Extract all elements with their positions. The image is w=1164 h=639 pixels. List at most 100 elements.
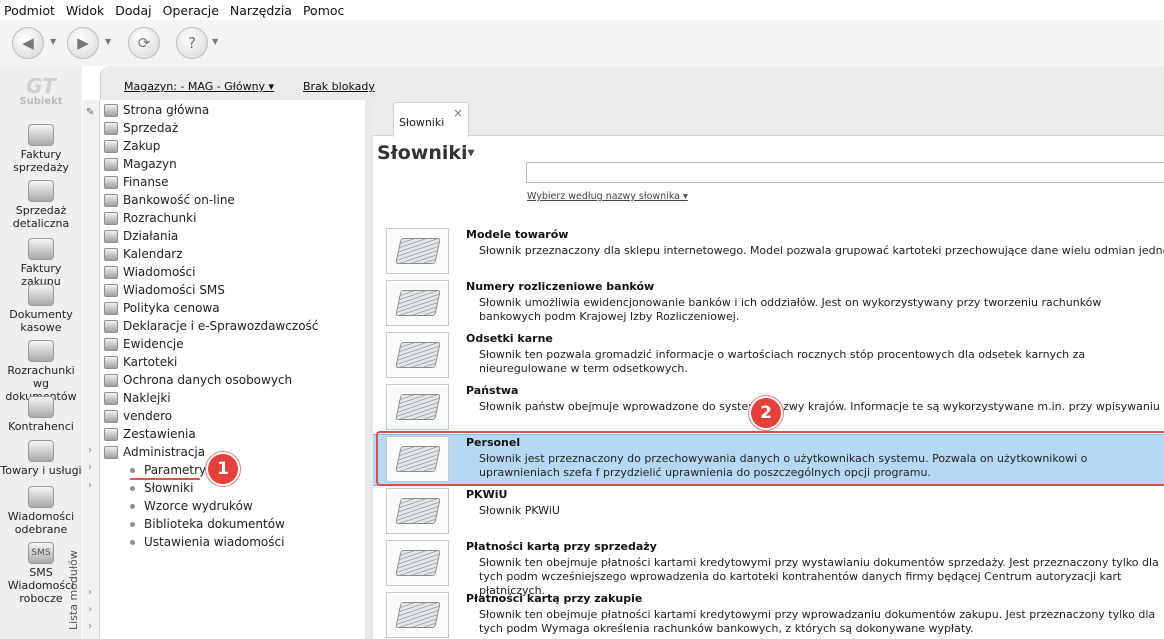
tree-node[interactable]: Naklejki — [104, 389, 171, 407]
list-item[interactable]: Płatności kartą przy sprzedaży Słownik t… — [373, 539, 1164, 597]
warehouse-selector[interactable]: Magazyn: - MAG - Główny ▾ — [124, 80, 274, 93]
rail-item-rozrachunki[interactable]: Rozrachunki wg dokumentów — [0, 340, 82, 403]
tree-node[interactable]: Deklaracje i e-Sprawozdawczość — [104, 317, 318, 335]
list-item-selected[interactable]: Personel Słownik jest przeznaczony do pr… — [373, 434, 1164, 486]
back-icon[interactable]: ◀ — [12, 27, 44, 59]
menu-widok[interactable]: Widok — [66, 3, 104, 18]
step-badge-2: 2 — [751, 398, 781, 428]
annotation-underline — [130, 478, 200, 480]
subiekt-logo: GT Subiekt — [19, 74, 63, 107]
tree-node-administracja[interactable]: Administracja — [104, 443, 205, 461]
pin-icon[interactable]: ✎ — [86, 107, 94, 118]
toolbar: ◀ ▼ ▶ ▼ ⟳ ? ▼ — [0, 20, 1164, 66]
chevron-right-icon[interactable]: › — [88, 445, 92, 456]
chevron-right-icon[interactable]: › — [88, 587, 92, 598]
chevron-right-icon[interactable]: › — [88, 621, 92, 632]
tree-subitem-slowniki[interactable]: Słowniki — [130, 479, 193, 497]
settlement-icon — [28, 340, 54, 362]
label-icon — [104, 391, 118, 405]
tree-node[interactable]: Rozrachunki — [104, 209, 196, 227]
rail-item-kontrahenci[interactable]: Kontrahenci — [0, 396, 82, 433]
rail-item-wiadomosci-odebrane[interactable]: Wiadomości odebrane — [0, 486, 82, 536]
list-item[interactable]: Odsetki karne Słownik ten pozwala gromad… — [373, 331, 1164, 383]
menu-narzedzia[interactable]: Narzędzia — [230, 3, 292, 18]
dictionary-icon — [386, 280, 449, 326]
tree-node[interactable]: Strona główna — [104, 101, 209, 119]
tree-node[interactable]: Kartoteki — [104, 353, 177, 371]
rail-item-faktury-zakupu[interactable]: Faktury zakupu — [0, 238, 82, 288]
cash-icon — [28, 284, 54, 306]
tree-node[interactable]: vendero — [104, 407, 172, 425]
rail-item-towary[interactable]: Towary i usługi — [0, 440, 82, 477]
tree-subitem-parametry[interactable]: Parametry — [130, 461, 206, 479]
chevron-right-icon[interactable]: › — [88, 480, 92, 491]
menu-dodaj[interactable]: Dodaj — [115, 3, 151, 18]
menu-operacje[interactable]: Operacje — [163, 3, 219, 18]
tree-node[interactable]: Wiadomości SMS — [104, 281, 225, 299]
lock-status-link[interactable]: Brak blokady — [303, 80, 375, 93]
tree-node[interactable]: Sprzedaż — [104, 119, 178, 137]
dictionary-icon — [386, 488, 449, 534]
forward-icon[interactable]: ▶ — [67, 27, 99, 59]
tree-node[interactable]: Finanse — [104, 173, 169, 191]
tree-node[interactable]: Bankowość on-line — [104, 191, 235, 209]
sms-icon — [104, 283, 118, 297]
tree-node[interactable]: Ochrona danych osobowych — [104, 371, 292, 389]
tree-node[interactable]: Wiadomości — [104, 263, 195, 281]
tree-node[interactable]: Zestawienia — [104, 425, 196, 443]
dictionary-icon — [386, 332, 449, 378]
tree-node[interactable]: Kalendarz — [104, 245, 183, 263]
bank-icon — [104, 193, 118, 207]
help-dropdown-icon[interactable]: ▼ — [212, 37, 218, 46]
list-item[interactable]: Płatności kartą przy zakupie Słownik ten… — [373, 591, 1164, 639]
warehouse-bar: Magazyn: - MAG - Główny ▾ Brak blokady — [100, 66, 1164, 100]
panel-splitter[interactable] — [365, 100, 373, 639]
list-item[interactable]: PKWiU Słownik PKWiU — [373, 487, 1164, 539]
tree-subitem-wzorce[interactable]: Wzorce wydruków — [130, 497, 253, 515]
tree-node[interactable]: Ewidencje — [104, 335, 184, 353]
forward-dropdown-icon[interactable]: ▼ — [105, 37, 111, 46]
chevron-right-icon[interactable]: › — [88, 604, 92, 615]
step-badge-1: 1 — [208, 454, 238, 484]
tree-subitem-ustawienia[interactable]: Ustawienia wiadomości — [130, 533, 284, 551]
list-item[interactable]: Modele towarów Słownik przeznaczony dla … — [373, 227, 1164, 279]
coins-icon — [28, 124, 54, 146]
home-icon — [104, 103, 118, 117]
modules-list-label: Lista modułów — [67, 550, 80, 630]
tree-node[interactable]: Polityka cenowa — [104, 299, 220, 317]
menu-podmiot[interactable]: Podmiot — [4, 3, 55, 18]
shield-icon — [104, 373, 118, 387]
records-icon — [104, 337, 118, 351]
dictionary-search-input[interactable] — [526, 162, 1164, 183]
declaration-icon — [104, 319, 118, 333]
back-dropdown-icon[interactable]: ▼ — [50, 37, 56, 46]
finance-icon — [104, 175, 118, 189]
list-item[interactable]: Numery rozliczeniowe banków Słownik umoż… — [373, 279, 1164, 331]
report-icon — [104, 427, 118, 441]
close-icon[interactable]: × — [453, 106, 463, 120]
tree-subitem-biblioteka[interactable]: Biblioteka dokumentów — [130, 515, 285, 533]
menu-pomoc[interactable]: Pomoc — [303, 3, 344, 18]
rail-item-dokumenty-kasowe[interactable]: Dokumenty kasowe — [0, 284, 82, 334]
rail-item-sprzedaz-detaliczna[interactable]: Sprzedaż detaliczna — [0, 180, 82, 230]
shop-icon — [28, 180, 54, 202]
module-tree: Strona główna Sprzedaż Zakup Magazyn Fin… — [100, 100, 365, 639]
tree-node[interactable]: Działania — [104, 227, 178, 245]
tab-slowniki[interactable]: Słowniki × — [393, 102, 469, 137]
dictionary-icon — [386, 540, 449, 586]
menu-bar: Podmiot Widok Dodaj Operacje Narzędzia P… — [0, 0, 1164, 20]
dictionary-select-link[interactable]: Wybierz według nazwy słownika ▾ — [527, 191, 688, 202]
refresh-icon[interactable]: ⟳ — [128, 27, 160, 59]
rail-item-faktury-sprzedazy[interactable]: Faktury sprzedaży — [0, 124, 82, 174]
chevron-right-icon[interactable]: › — [88, 462, 92, 473]
tab-bar: Słowniki × — [373, 100, 1164, 137]
page-title[interactable]: Słowniki▼ — [377, 142, 474, 164]
dictionary-icon — [386, 228, 449, 274]
tree-node[interactable]: Magazyn — [104, 155, 177, 173]
sms-icon: SMS — [28, 542, 54, 564]
vendero-icon — [104, 409, 118, 423]
warehouse-icon — [104, 157, 118, 171]
help-icon[interactable]: ? — [176, 27, 208, 59]
tree-node[interactable]: Zakup — [104, 137, 160, 155]
admin-icon — [104, 445, 118, 459]
